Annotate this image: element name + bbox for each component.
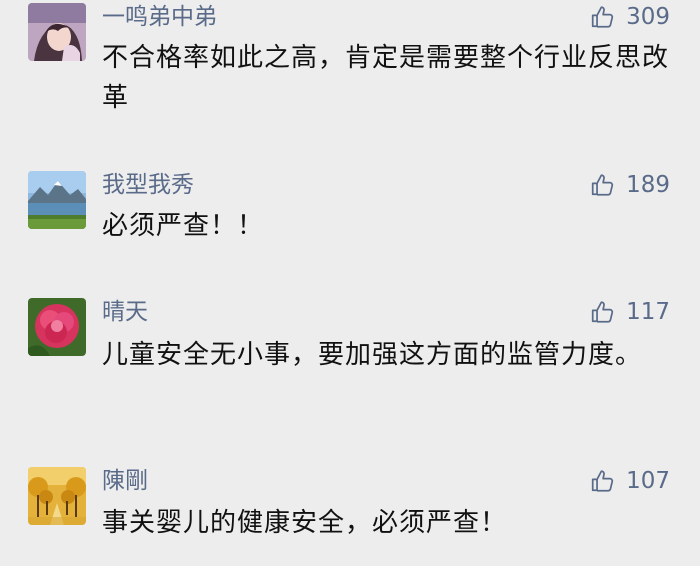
like-button[interactable]: 107 [590, 466, 670, 496]
like-button[interactable]: 117 [590, 297, 670, 327]
nickname[interactable]: 一鸣弟中弟 [102, 2, 217, 32]
avatar[interactable] [28, 298, 86, 356]
comment-text: 必须严查！！ [102, 211, 265, 241]
comment-text: 儿童安全无小事，要加强这方面的监管力度。 [102, 340, 643, 370]
like-count: 189 [626, 172, 670, 198]
thumbs-up-icon [590, 3, 618, 31]
thumbs-up-icon [590, 171, 618, 199]
avatar[interactable] [28, 467, 86, 525]
like-count: 117 [626, 299, 670, 325]
thumbs-up-icon [590, 467, 618, 495]
anime-girl-avatar-image [28, 3, 86, 61]
lake-mountain-avatar-image [28, 171, 86, 229]
ginkgo-avenue-avatar-image [28, 467, 86, 525]
nickname[interactable]: 我型我秀 [102, 170, 194, 200]
like-button[interactable]: 189 [590, 170, 670, 200]
nickname[interactable]: 晴天 [102, 297, 148, 327]
thumbs-up-icon [590, 298, 618, 326]
like-count: 107 [626, 468, 670, 494]
like-button[interactable]: 309 [590, 2, 670, 32]
nickname[interactable]: 陳剛 [102, 466, 148, 496]
comment-text: 不合格率如此之高，肯定是需要整个行业反思改革 [102, 43, 670, 113]
pink-peony-avatar-image [28, 298, 86, 356]
avatar[interactable] [28, 171, 86, 229]
comment-text: 事关婴儿的健康安全，必须严查！ [102, 508, 508, 538]
avatar[interactable] [28, 3, 86, 61]
like-count: 309 [626, 4, 670, 30]
